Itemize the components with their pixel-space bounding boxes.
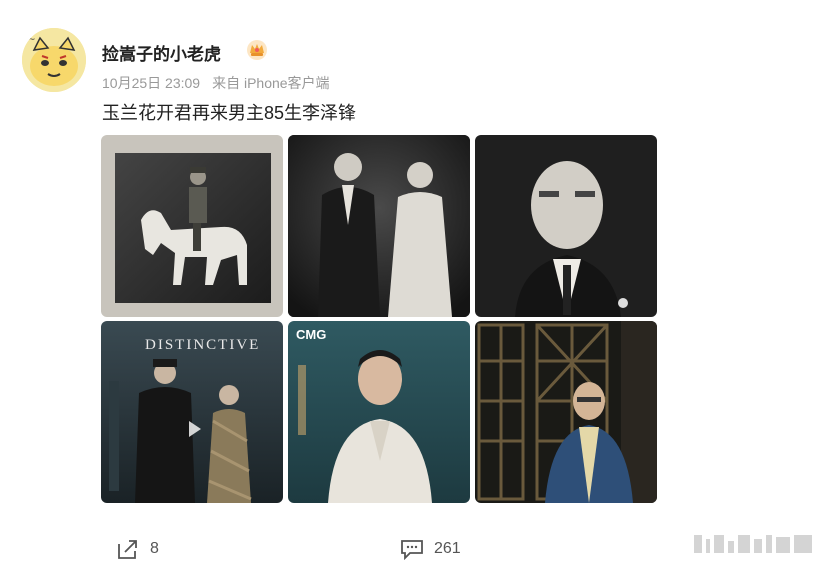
post-meta: 10月25日 23:09 来自 iPhone客户端 (102, 73, 330, 93)
couple-poster-photo[interactable]: DISTINCTIVE (101, 321, 283, 503)
post-text: 玉兰花开君再来男主85生李泽锋 (102, 103, 357, 123)
actor-portrait-photo[interactable]: CMG (288, 321, 470, 503)
photo-grid: DISTINCTIVE CMG (101, 135, 657, 503)
horse-rider-photo[interactable] (101, 135, 283, 317)
crown-badge-icon[interactable] (246, 39, 268, 61)
watermark-mark (694, 533, 814, 560)
svg-text:~: ~ (28, 35, 36, 45)
couple-photo[interactable] (288, 135, 470, 317)
share-count: 8 (150, 540, 159, 557)
comment-button[interactable]: 261 (400, 538, 461, 560)
cmg-logo: CMG (296, 327, 327, 342)
post-date: 10月25日 23:09 (102, 75, 201, 91)
actor-lattice-photo[interactable] (475, 321, 657, 503)
comment-icon (401, 540, 423, 560)
share-button[interactable]: 8 (116, 538, 159, 560)
comment-count: 261 (434, 540, 461, 557)
post-source[interactable]: 来自 iPhone客户端 (212, 73, 329, 93)
avatar[interactable]: ~ (22, 28, 86, 92)
poster-title: DISTINCTIVE (145, 337, 261, 353)
portrait-photo[interactable] (475, 135, 657, 317)
username[interactable]: 捡嵩子的小老虎 (102, 40, 221, 65)
share-icon (118, 540, 137, 559)
